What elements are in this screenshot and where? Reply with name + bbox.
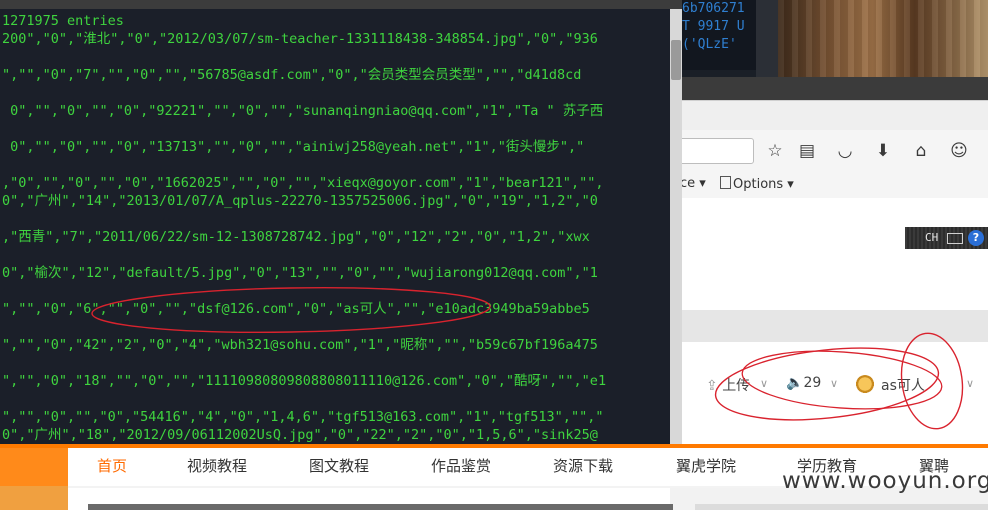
terminal-line: 0","广州","14","2013/01/07/A_qplus-22270-1… bbox=[2, 193, 598, 209]
nav-item-downloads[interactable]: 资源下载 bbox=[553, 455, 613, 476]
bookmarks-bar bbox=[670, 172, 988, 199]
page-header-bar bbox=[670, 310, 988, 343]
nav-item-home[interactable]: 首页 bbox=[97, 455, 127, 476]
terminal-line: 0","","0","","0","13713","","0","","aini… bbox=[2, 139, 585, 155]
terminal-line: 1271975 entries bbox=[2, 13, 124, 29]
terminal-line: 0","广州","18","2012/09/06112002UsQ.jpg","… bbox=[2, 427, 598, 443]
home-icon[interactable]: ⌂ bbox=[910, 140, 932, 162]
nav-item-gallery[interactable]: 作品鉴赏 bbox=[431, 455, 491, 476]
nav-item-text-tutorials[interactable]: 图文教程 bbox=[309, 455, 369, 476]
upload-button[interactable]: ⇪ 上传 bbox=[706, 375, 750, 395]
bookmark-options-label: Options ▾ bbox=[733, 177, 794, 192]
upload-label: 上传 bbox=[722, 378, 751, 394]
notify-count: 29 bbox=[803, 375, 822, 391]
terminal-line: ","","0","6","","0","","dsf@126.com","0"… bbox=[2, 301, 590, 317]
help-icon[interactable]: ? bbox=[968, 230, 984, 246]
watermark: www.wooyun.org bbox=[782, 468, 988, 494]
bookmark-star-icon[interactable]: ☆ bbox=[764, 140, 786, 162]
scrollbar-thumb[interactable] bbox=[671, 40, 681, 80]
bookmark-options[interactable]: Options ▾ bbox=[720, 176, 794, 192]
nav-item-video-tutorials[interactable]: 视频教程 bbox=[187, 455, 247, 476]
window-divider bbox=[756, 0, 778, 77]
chevron-down-icon: ∨ bbox=[830, 377, 839, 390]
avatar[interactable] bbox=[855, 375, 875, 395]
ime-language[interactable]: CH bbox=[925, 231, 938, 244]
bg-term-line-3: ('QLzE' bbox=[682, 37, 737, 52]
terminal-line: 0","","0","","0","92221","","0","","suna… bbox=[2, 103, 604, 119]
url-input[interactable] bbox=[672, 138, 754, 164]
terminal-window: 1271975 entries 200","0","淮北","0","2012/0… bbox=[0, 9, 670, 444]
wallpaper-texture bbox=[778, 0, 988, 77]
keyboard-icon[interactable] bbox=[947, 233, 963, 244]
chevron-down-icon: ∨ bbox=[760, 377, 769, 390]
bg-term-line-2: T 9917 U bbox=[682, 19, 745, 34]
terminal-line: ","","0","","0","54416","4","0","1,4,6",… bbox=[2, 409, 604, 425]
username-label[interactable]: as可人 bbox=[881, 375, 925, 395]
nav-left-block bbox=[0, 448, 68, 486]
notifications-button[interactable]: 🔈29 bbox=[786, 375, 821, 391]
terminal-line: ","","0","42","2","0","4","wbh321@sohu.c… bbox=[2, 337, 598, 353]
speaker-icon: 🔈 bbox=[786, 375, 804, 391]
bg-term-line-1: 6b706271 bbox=[682, 1, 745, 16]
terminal-titlebar bbox=[0, 0, 682, 9]
sidebar-strip bbox=[695, 504, 988, 510]
download-icon[interactable]: ⬇ bbox=[872, 140, 894, 162]
page-content-area bbox=[670, 198, 988, 310]
terminal-line: ","","0","7","","0","","56785@asdf.com",… bbox=[2, 67, 582, 83]
terminal-line: 0","榆次","12","default/5.jpg","0","13",""… bbox=[2, 265, 598, 281]
pocket-icon[interactable]: ◡ bbox=[834, 140, 856, 162]
orange-decoration bbox=[0, 486, 68, 510]
chevron-down-icon: ∨ bbox=[966, 377, 975, 390]
chat-icon[interactable]: ☺ bbox=[948, 140, 970, 162]
terminal-line: 200","0","淮北","0","2012/03/07/sm-teacher… bbox=[2, 31, 598, 47]
terminal-line: ,"0","","0","","0","1662025","","0","","… bbox=[2, 175, 604, 191]
browser-tab-strip bbox=[670, 100, 988, 131]
reading-list-icon[interactable]: ▤ bbox=[796, 140, 818, 162]
terminal-line: ","","0","18","","0","","111109808098088… bbox=[2, 373, 607, 389]
upload-icon: ⇪ bbox=[706, 378, 718, 394]
nav-item-academy[interactable]: 翼虎学院 bbox=[676, 455, 736, 476]
content-strip bbox=[88, 504, 673, 510]
bookmark-item-ce[interactable]: ce ▾ bbox=[680, 176, 706, 191]
background-terminal: 6b706271 T 9917 U ('QLzE' bbox=[680, 0, 758, 70]
terminal-line: ,"西青","7","2011/06/22/sm-12-1308728742.j… bbox=[2, 229, 590, 245]
options-icon bbox=[720, 176, 731, 189]
